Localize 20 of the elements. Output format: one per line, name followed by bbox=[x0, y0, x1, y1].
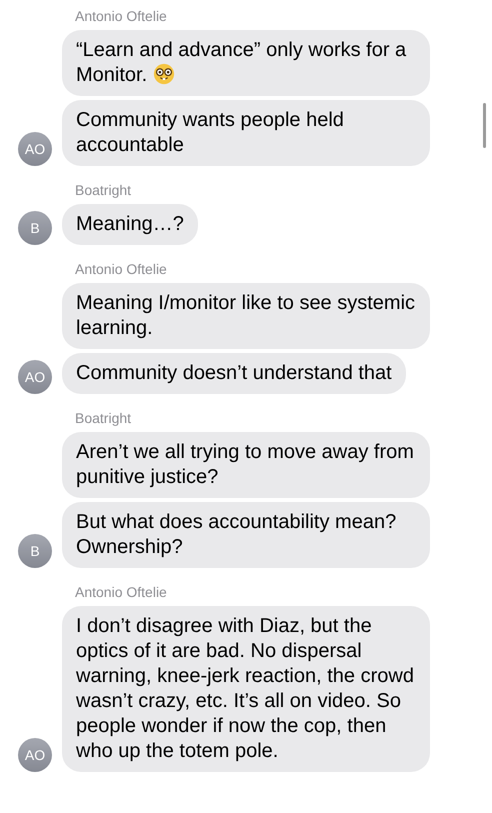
avatar[interactable]: AO bbox=[18, 132, 52, 166]
nerd-face-icon bbox=[152, 63, 175, 85]
message-bubble: Community wants people held accountable bbox=[62, 100, 430, 166]
message-bubble: Community doesn’t understand that bbox=[62, 353, 406, 394]
avatar[interactable]: AO bbox=[18, 738, 52, 772]
avatar[interactable]: B bbox=[18, 534, 52, 568]
avatar[interactable]: B bbox=[18, 211, 52, 245]
message-bubble: But what does accountability mean? Ownership? bbox=[62, 502, 430, 568]
message-bubble: “Learn and advance” only works for a Monitor. bbox=[62, 30, 430, 96]
message-bubble: Aren’t we all trying to move away from punitive justice? bbox=[62, 432, 430, 498]
avatar[interactable]: AO bbox=[18, 360, 52, 394]
sender-name: Boatright bbox=[75, 409, 132, 427]
message-bubble: I don’t disagree with Diaz, but the optics of it are bad. No dispersal warning, knee-jerk reaction, the crowd wasn’t crazy, etc. It’s all on video. So people wonder if now the cop, then who up the totem pole. bbox=[62, 606, 430, 772]
scroll-indicator bbox=[483, 103, 486, 148]
sender-name: Antonio Oftelie bbox=[75, 583, 168, 601]
sender-name: Boatright bbox=[75, 181, 132, 199]
sender-name: Antonio Oftelie bbox=[75, 260, 168, 278]
sender-name: Antonio Oftelie bbox=[75, 7, 168, 25]
message-bubble: Meaning I/monitor like to see systemic learning. bbox=[62, 283, 430, 349]
message-bubble: Meaning…? bbox=[62, 204, 198, 245]
